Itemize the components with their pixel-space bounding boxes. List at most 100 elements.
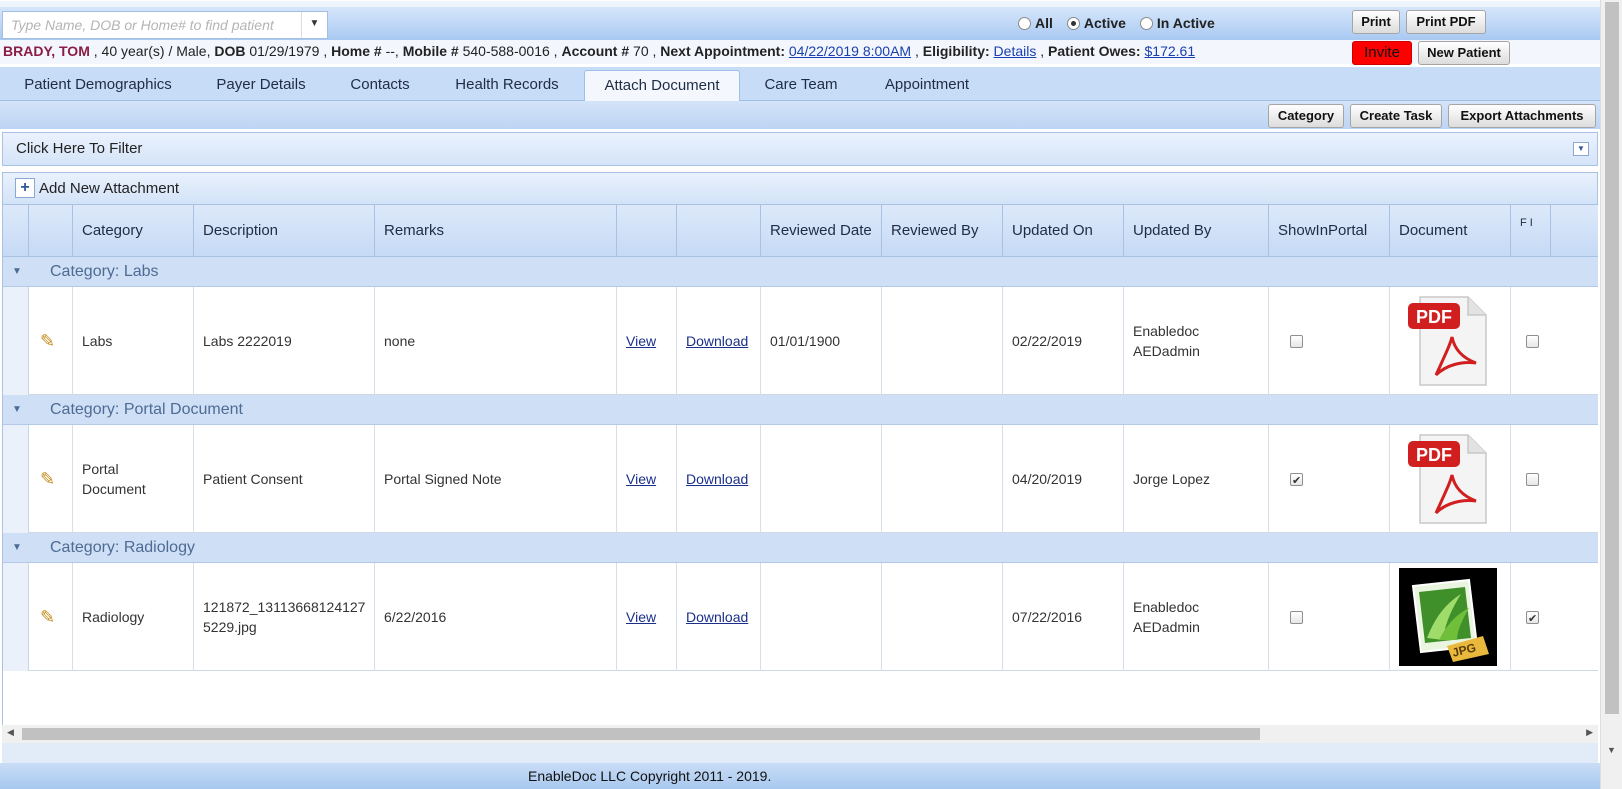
invite-button[interactable]: Invite: [1352, 41, 1412, 65]
row-gutter: [3, 287, 29, 395]
scroll-right-icon[interactable]: ▶: [1586, 727, 1593, 738]
show-in-portal-checkbox[interactable]: [1290, 610, 1303, 624]
radio-active-circle[interactable]: [1066, 16, 1080, 30]
reviewed-date-cell: 01/01/1900: [761, 287, 882, 395]
export-attachments-button[interactable]: Export Attachments: [1448, 104, 1596, 128]
patient-search-input[interactable]: [3, 12, 299, 38]
add-attachment-label[interactable]: Add New Attachment: [39, 180, 179, 197]
reviewed-date-value: 01/01/1900: [770, 333, 841, 349]
updated-by-value: Jorge Lopez: [1133, 471, 1211, 487]
scroll-left-icon[interactable]: ◀: [7, 727, 14, 738]
updated-by-cell: Jorge Lopez: [1124, 425, 1269, 533]
description-cell: 121872_131136681241275229.jpg: [194, 563, 375, 671]
footer: EnableDoc LLC Copyright 2011 - 2019.: [0, 763, 1600, 789]
filter-panel[interactable]: Click Here To Filter ▼: [2, 132, 1598, 166]
group-header-radiology[interactable]: ▼ Category: Radiology: [3, 533, 1598, 563]
chevron-down-icon[interactable]: ▼: [1573, 142, 1589, 156]
description-value: Patient Consent: [203, 471, 303, 487]
eligibility-details-link[interactable]: Details: [994, 43, 1037, 59]
tab-appointment[interactable]: Appointment: [866, 70, 988, 101]
group-header-labs[interactable]: ▼ Category: Labs: [3, 257, 1598, 287]
patient-name: BRADY, TOM: [3, 43, 90, 59]
scroll-down-icon[interactable]: ▼: [1607, 745, 1616, 755]
description-value: Labs 2222019: [203, 333, 292, 349]
collapse-icon[interactable]: ▼: [12, 257, 22, 287]
updated-by-cell: Enabledoc AEDadmin: [1124, 563, 1269, 671]
pencil-edit-icon[interactable]: ✎: [40, 331, 55, 351]
radio-all-circle[interactable]: [1018, 16, 1031, 30]
download-link[interactable]: Download: [686, 607, 748, 627]
attachment-toolbar: Category Create Task Export Attachments: [0, 101, 1600, 129]
scrollbar-thumb[interactable]: [22, 728, 1260, 740]
header-remarks[interactable]: Remarks: [375, 205, 617, 257]
collapse-icon[interactable]: ▼: [12, 395, 22, 425]
download-link[interactable]: Download: [686, 331, 748, 351]
header-last-col[interactable]: F I: [1511, 205, 1551, 257]
print-pdf-button[interactable]: Print PDF: [1406, 10, 1486, 34]
tab-health-records[interactable]: Health Records: [440, 70, 574, 101]
pdf-document-icon[interactable]: PDF: [1406, 431, 1490, 527]
header-reviewed-by[interactable]: Reviewed By: [882, 205, 1003, 257]
home-label: Home #: [331, 43, 382, 59]
tab-contacts[interactable]: Contacts: [330, 70, 430, 101]
create-task-button[interactable]: Create Task: [1350, 104, 1442, 128]
pencil-edit-icon[interactable]: ✎: [40, 607, 55, 627]
view-link[interactable]: View: [626, 607, 656, 627]
view-link[interactable]: View: [626, 331, 656, 351]
radio-all[interactable]: All: [1018, 15, 1053, 31]
separator: ,: [1036, 43, 1049, 59]
svg-text:PDF: PDF: [1416, 445, 1452, 465]
patient-search-box[interactable]: ▼: [2, 11, 328, 39]
category-button[interactable]: Category: [1268, 104, 1344, 128]
radio-active[interactable]: Active: [1066, 15, 1126, 31]
new-patient-button[interactable]: New Patient: [1418, 41, 1510, 65]
table-row: ✎ Radiology 121872_131136681241275229.jp…: [3, 563, 1598, 671]
tab-payer-details[interactable]: Payer Details: [200, 70, 322, 101]
remarks-cell: Portal Signed Note: [375, 425, 617, 533]
tab-attach-document[interactable]: Attach Document: [584, 70, 740, 101]
radio-inactive[interactable]: In Active: [1139, 15, 1215, 31]
view-link[interactable]: View: [626, 469, 656, 489]
tab-care-team[interactable]: Care Team: [752, 70, 850, 101]
next-appointment-link[interactable]: 04/22/2019 8:00AM: [789, 43, 911, 59]
header-show-in-portal[interactable]: ShowInPortal: [1269, 205, 1390, 257]
header-category[interactable]: Category: [73, 205, 194, 257]
updated-on-cell: 04/20/2019: [1003, 425, 1124, 533]
plus-icon[interactable]: +: [15, 177, 35, 198]
last-col-checkbox[interactable]: [1526, 334, 1539, 348]
pdf-document-icon[interactable]: PDF: [1406, 293, 1490, 389]
remarks-cell: none: [375, 287, 617, 395]
last-col-checkbox[interactable]: [1526, 609, 1539, 629]
show-in-portal-checkbox[interactable]: [1290, 471, 1303, 491]
header-reviewed-date[interactable]: Reviewed Date: [761, 205, 882, 257]
radio-all-label: All: [1035, 15, 1053, 31]
document-cell: PDF: [1390, 425, 1511, 533]
chevron-down-icon[interactable]: ▼: [301, 12, 327, 38]
updated-by-cell: Enabledoc AEDadmin: [1124, 287, 1269, 395]
tab-bar: Patient Demographics Payer Details Conta…: [0, 67, 1600, 101]
header-updated-by[interactable]: Updated By: [1124, 205, 1269, 257]
download-cell: Download: [677, 425, 761, 533]
dob-value: 01/29/1979 ,: [245, 43, 332, 59]
jpg-image-icon[interactable]: JPG: [1399, 568, 1497, 666]
group-header-portal-document[interactable]: ▼ Category: Portal Document: [3, 395, 1598, 425]
header-description[interactable]: Description: [194, 205, 375, 257]
last-col-checkbox[interactable]: [1526, 472, 1539, 486]
vertical-scrollbar[interactable]: ▼: [1600, 0, 1622, 789]
patient-owes-link[interactable]: $172.61: [1145, 43, 1196, 59]
header-view-col: [617, 205, 677, 257]
header-document[interactable]: Document: [1390, 205, 1511, 257]
print-button[interactable]: Print: [1352, 10, 1400, 34]
header-updated-on[interactable]: Updated On: [1003, 205, 1124, 257]
scrollbar-thumb[interactable]: [1605, 2, 1619, 714]
download-link[interactable]: Download: [686, 469, 748, 489]
show-in-portal-checkbox[interactable]: [1290, 334, 1303, 348]
group-label: Category: Labs: [50, 263, 159, 280]
pencil-edit-icon[interactable]: ✎: [40, 469, 55, 489]
show-in-portal-cell: [1269, 425, 1390, 533]
radio-inactive-circle[interactable]: [1139, 16, 1153, 30]
collapse-icon[interactable]: ▼: [12, 533, 22, 563]
add-attachment-bar[interactable]: + Add New Attachment: [2, 172, 1598, 205]
tab-patient-demographics[interactable]: Patient Demographics: [2, 70, 194, 101]
horizontal-scrollbar[interactable]: ◀ ▶: [2, 725, 1598, 743]
